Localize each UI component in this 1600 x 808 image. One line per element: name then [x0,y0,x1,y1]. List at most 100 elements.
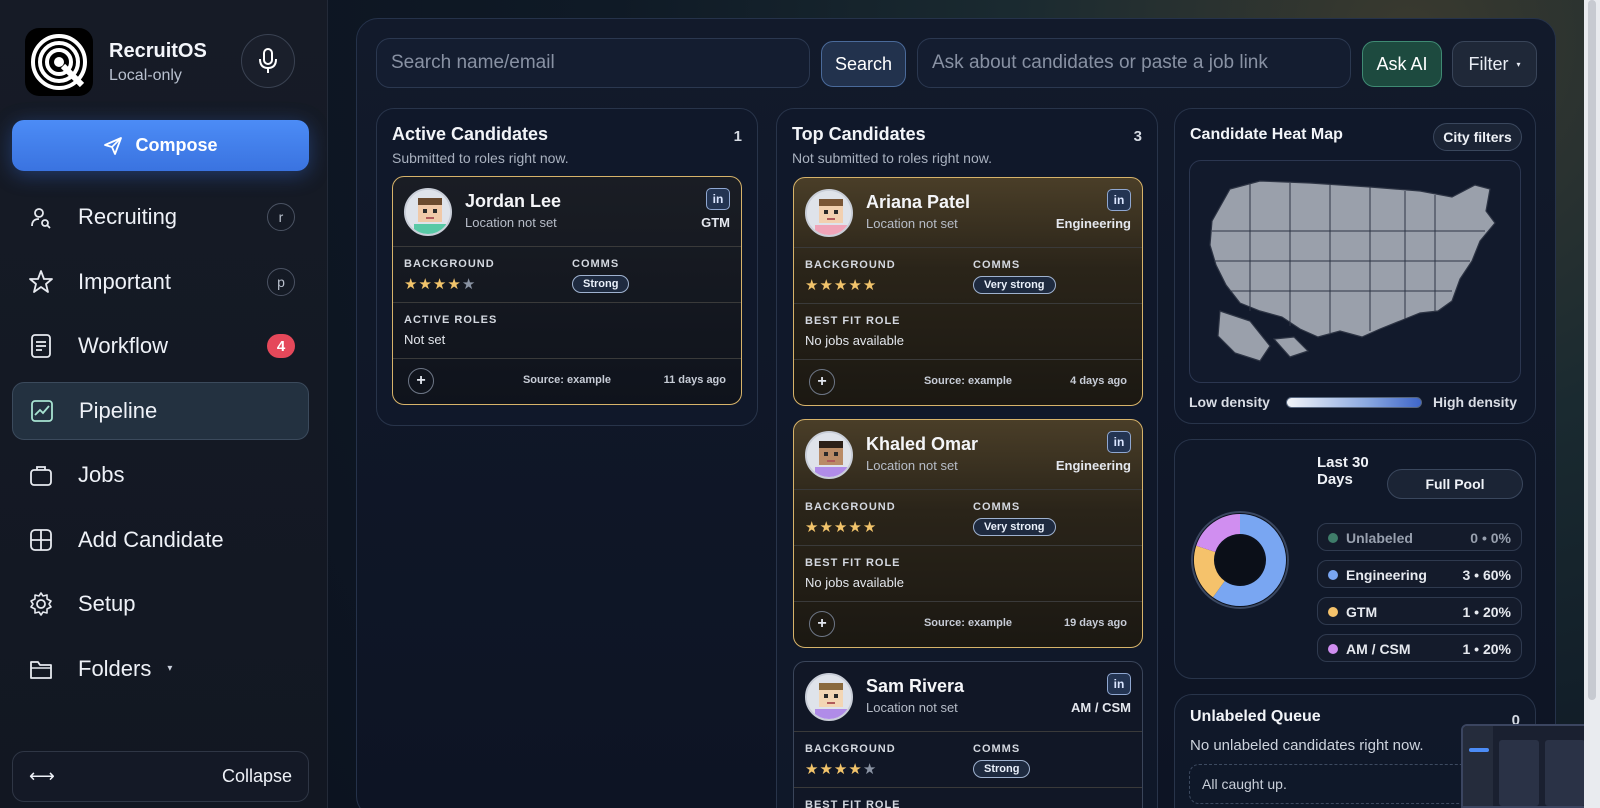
pool-donut-chart [1191,511,1289,609]
column-title: Top Candidates [792,124,926,144]
legend-dot [1328,533,1338,543]
sidebar-item-workflow[interactable]: Workflow 4 [12,317,309,375]
background-label: BACKGROUND [805,501,896,513]
legend-value: 3 • 60% [1462,567,1512,583]
queue-message: No unlabeled candidates right now. [1190,737,1424,754]
user-search-icon [28,204,54,230]
star-icon [28,269,54,295]
background-rating: ★★★★★ [805,518,877,536]
full-pool-button[interactable]: Full Pool [1387,469,1523,499]
candidate-card[interactable]: Sam Rivera Location not set in AM / CSM BACK… [793,661,1143,808]
avatar [805,431,853,479]
sidebar-item-label: Important [78,268,171,294]
star-icon: ★ [805,761,820,778]
candidate-name[interactable]: Jordan Lee [465,191,561,212]
comms-label: COMMS [973,743,1021,755]
star-icon: ★ [805,519,820,536]
chart-icon [29,398,55,424]
sidebar-item-setup[interactable]: Setup [12,575,309,633]
legend-row[interactable]: Unlabeled 0 • 0% [1317,523,1522,551]
linkedin-icon[interactable]: in [1107,673,1131,695]
linkedin-icon[interactable]: in [706,188,730,210]
comms-badge: Strong [973,760,1031,778]
candidate-team: Engineering [1055,216,1131,231]
scrollbar[interactable] [1584,0,1600,808]
microphone-button[interactable] [241,34,295,88]
star-icon: ★ [833,519,849,536]
search-button[interactable]: Search [821,41,906,87]
sidebar-item-pipeline[interactable]: Pipeline [12,381,309,440]
sidebar-item-jobs[interactable]: Jobs [12,446,309,504]
legend-row[interactable]: Engineering 3 • 60% [1317,560,1522,588]
ask-ai-input[interactable] [917,38,1351,88]
star-icon: ★ [862,519,878,536]
candidate-age: 4 days ago [1070,375,1127,387]
star-icon: ★ [461,276,477,293]
logo-icon [25,28,93,96]
candidate-card[interactable]: Khaled Omar Location not set in Engineering… [793,419,1143,648]
window-thumbnail[interactable] [1461,724,1600,808]
legend-name: GTM [1346,604,1378,620]
role-value: No jobs available [805,333,905,348]
star-icon: ★ [447,276,462,293]
legend-value: 0 • 0% [1470,530,1511,546]
role-value: Not set [404,332,446,347]
candidate-name[interactable]: Sam Rivera [866,676,964,697]
gear-icon [28,591,54,617]
shortcut-key: r [267,203,295,231]
star-icon: ★ [848,761,863,778]
star-icon: ★ [432,276,448,293]
comms-badge: Very strong [973,276,1056,294]
legend-row[interactable]: GTM 1 • 20% [1317,597,1522,625]
microphone-icon [259,48,277,73]
avatar [805,673,853,721]
filter-label: Filter [1468,53,1509,74]
candidate-age: 11 days ago [663,374,726,386]
star-icon: ★ [848,277,863,294]
sidebar-item-recruiting[interactable]: Recruiting r [12,188,309,246]
avatar [805,189,853,237]
background-label: BACKGROUND [805,259,896,271]
chevron-down-icon: ▾ [167,663,173,674]
linkedin-icon[interactable]: in [1107,431,1131,453]
sidebar-item-label: Folders [78,655,152,681]
sidebar-item-important[interactable]: Important p [12,253,309,311]
collapse-arrows-icon: ⟷ [29,766,55,786]
sidebar: RecruitOS Local-only Compose Recruiting … [0,0,328,808]
candidate-team: GTM [701,215,730,230]
sidebar-item-label: Recruiting [78,204,178,229]
candidate-name[interactable]: Khaled Omar [866,434,978,455]
legend-name: Unlabeled [1346,530,1413,546]
candidate-name[interactable]: Ariana Patel [866,192,970,213]
candidate-card[interactable]: Jordan Lee Location not set in GTM BACKGROUN… [392,176,742,405]
us-map[interactable] [1189,160,1521,383]
star-icon: ★ [819,277,834,294]
star-icon: ★ [833,761,849,778]
column-count: 3 [1133,128,1142,145]
sidebar-nav: Recruiting r Important p Workflow 4 Pipe… [12,188,309,704]
sidebar-item-folders[interactable]: Folders ▾ [12,640,309,698]
city-filters-button[interactable]: City filters [1433,123,1522,151]
ask-ai-button[interactable]: Ask AI [1362,41,1442,87]
high-density-label: High density [1433,394,1518,410]
legend-row[interactable]: AM / CSM 1 • 20% [1317,634,1522,662]
legend-dot [1328,607,1338,617]
compose-button[interactable]: Compose [12,120,309,171]
sidebar-item-label: Jobs [78,462,125,487]
role-value: No jobs available [805,575,905,590]
document-icon [28,333,54,359]
workflow-badge: 4 [267,334,295,358]
search-input[interactable] [376,38,810,88]
linkedin-icon[interactable]: in [1107,189,1131,211]
role-label: ACTIVE ROLES [404,314,498,326]
collapse-button[interactable]: ⟷ Collapse [12,751,309,802]
low-density-label: Low density [1189,394,1270,410]
candidate-card[interactable]: Ariana Patel Location not set in Engineerin… [793,177,1143,406]
grid-plus-icon [28,527,54,553]
legend-dot [1328,644,1338,654]
comms-badge: Very strong [973,518,1056,536]
background-label: BACKGROUND [404,258,495,270]
filter-button[interactable]: Filter ▾ [1452,41,1537,87]
legend-name: AM / CSM [1346,641,1411,657]
sidebar-item-add-candidate[interactable]: Add Candidate [12,511,309,569]
